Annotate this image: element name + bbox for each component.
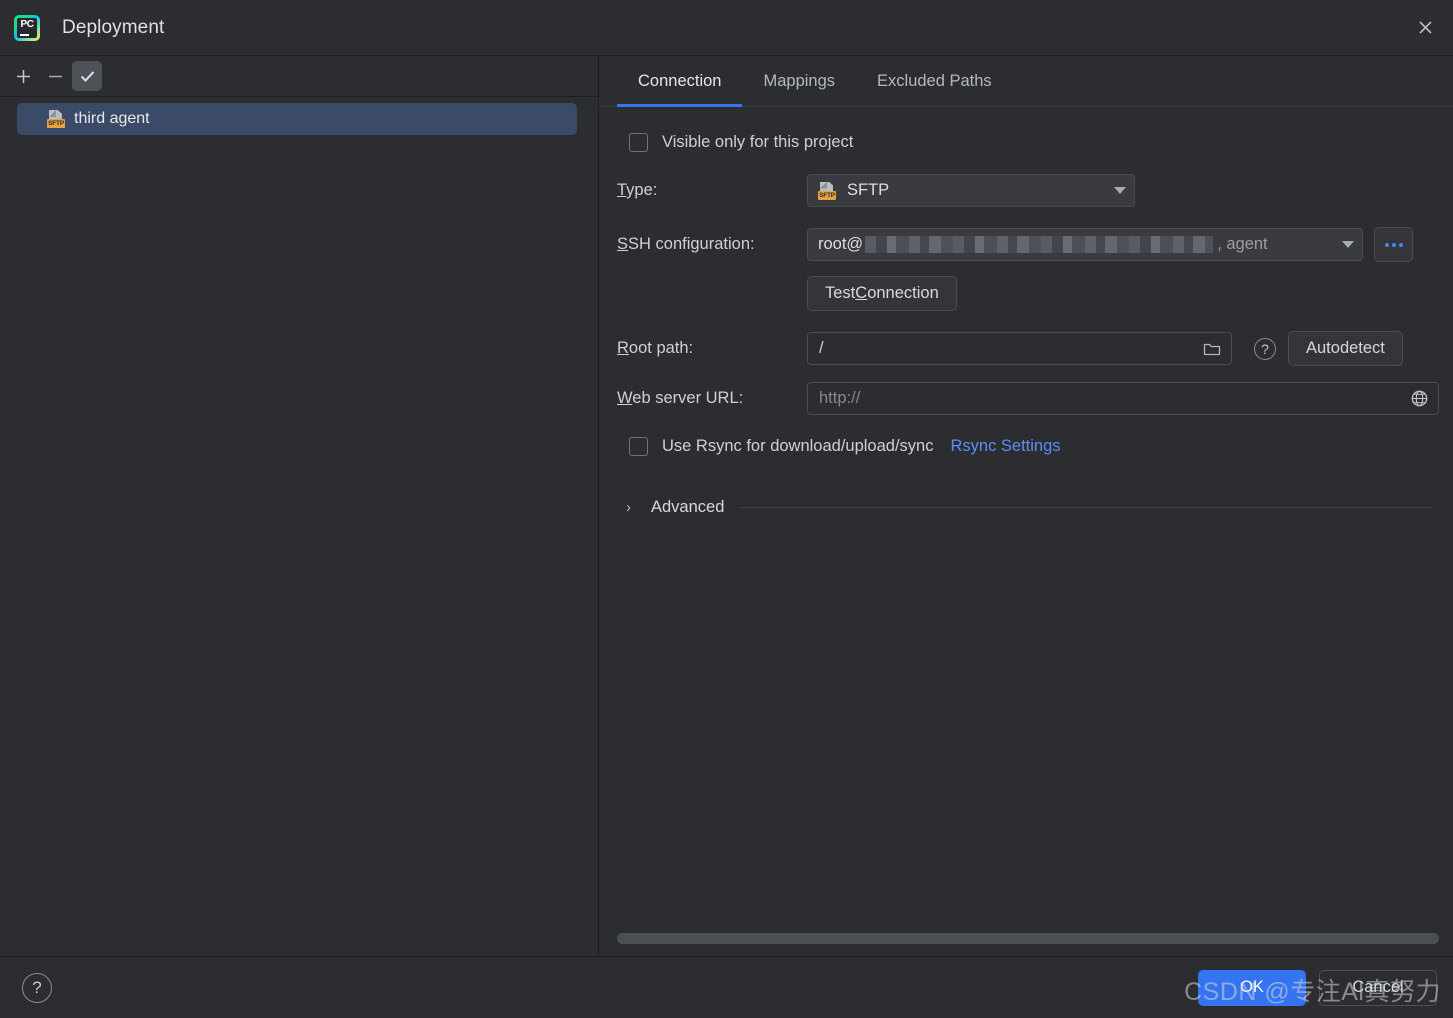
- advanced-section-toggle[interactable]: › Advanced: [617, 498, 1439, 517]
- title-bar: PC Deployment: [0, 0, 1453, 56]
- plus-icon: [16, 69, 30, 83]
- type-label: Type:: [617, 181, 658, 199]
- root-path-value: /: [819, 339, 824, 357]
- servers-tree: SFTP third agent: [0, 97, 598, 956]
- root-path-row: Root path: / ? Autodetect: [617, 331, 1439, 366]
- type-row: Type: SFTP SFTP: [617, 174, 1439, 207]
- type-combobox[interactable]: SFTP SFTP: [807, 174, 1135, 207]
- deployment-dialog: PC Deployment SFTP third agent Connectio…: [0, 0, 1453, 1018]
- ssh-configuration-combobox[interactable]: root@ , agent: [807, 228, 1363, 261]
- minus-icon: [48, 75, 62, 77]
- sftp-type-badge: SFTP: [818, 190, 836, 200]
- sftp-badge-label: SFTP: [47, 119, 65, 128]
- tab-excluded-paths[interactable]: Excluded Paths: [856, 56, 1013, 106]
- footer-actions: OK Cancel: [1198, 969, 1437, 1006]
- rsync-row: Use Rsync for download/upload/sync Rsync…: [617, 437, 1439, 456]
- advanced-label: Advanced: [651, 498, 725, 516]
- ok-button[interactable]: OK: [1198, 969, 1306, 1006]
- type-value: SFTP: [847, 181, 890, 199]
- cancel-button-label: Cancel: [1352, 978, 1404, 996]
- rsync-settings-link[interactable]: Rsync Settings: [950, 437, 1060, 456]
- chevron-down-icon: [1114, 187, 1126, 194]
- web-server-url-input[interactable]: http://: [807, 382, 1439, 415]
- root-path-help-icon[interactable]: ?: [1254, 337, 1276, 360]
- dialog-footer: ? OK Cancel CSDN @专注Al真努力: [0, 956, 1453, 1018]
- web-server-url-label: Web server URL:: [617, 389, 744, 407]
- pycharm-logo-icon: PC: [14, 14, 40, 41]
- ssh-configuration-value: root@ , agent: [818, 235, 1342, 254]
- help-button[interactable]: ?: [22, 972, 52, 1003]
- sftp-type-icon: SFTP: [818, 181, 836, 200]
- visible-only-label: Visible only for this project: [662, 133, 854, 151]
- cancel-button[interactable]: Cancel: [1319, 969, 1437, 1006]
- connection-form: Visible only for this project Type: SFTP…: [599, 107, 1453, 933]
- ssh-configuration-label: SSH configuration:: [617, 235, 755, 253]
- visible-only-row: Visible only for this project: [617, 133, 1439, 152]
- redacted-host-mosaic: [865, 236, 1214, 253]
- ellipsis-icon-dot2: [1391, 242, 1396, 247]
- ellipsis-icon-dot3: [1398, 242, 1403, 247]
- ssh-configuration-value-prefix: root@: [818, 235, 864, 253]
- server-tree-item-label: third agent: [74, 110, 150, 127]
- tab-connection[interactable]: Connection: [617, 56, 743, 107]
- pycharm-logo-bar: [20, 33, 29, 36]
- horizontal-scrollbar-track: [599, 933, 1453, 956]
- chevron-down-icon: [1342, 241, 1354, 248]
- ellipsis-icon-dot1: [1384, 242, 1389, 247]
- dialog-body: SFTP third agent Connection Mappings Exc…: [0, 56, 1453, 956]
- use-rsync-checkbox[interactable]: [629, 437, 648, 456]
- ssh-configuration-row: SSH configuration: root@ , agent: [617, 227, 1439, 262]
- autodetect-button[interactable]: Autodetect: [1288, 331, 1403, 366]
- globe-icon[interactable]: [1406, 386, 1432, 412]
- ssh-configuration-browse-button[interactable]: [1374, 227, 1413, 262]
- sftp-server-icon: SFTP: [47, 110, 65, 128]
- tab-mappings-label: Mappings: [763, 71, 836, 90]
- folder-icon[interactable]: [1199, 336, 1225, 362]
- server-tree-item-third-agent[interactable]: SFTP third agent: [17, 103, 577, 135]
- tab-excluded-paths-label: Excluded Paths: [877, 71, 992, 90]
- horizontal-scrollbar-thumb[interactable]: [617, 933, 1439, 944]
- web-server-url-value: http://: [819, 389, 861, 407]
- chevron-right-icon: ›: [626, 499, 631, 516]
- use-rsync-label: Use Rsync for download/upload/sync: [662, 437, 934, 455]
- details-tabs: Connection Mappings Excluded Paths: [599, 56, 1453, 107]
- root-path-input[interactable]: /: [807, 332, 1232, 365]
- checkmark-icon: [80, 70, 94, 82]
- advanced-divider: [740, 507, 1433, 508]
- visible-only-checkbox[interactable]: [629, 133, 648, 152]
- close-icon[interactable]: [1411, 14, 1439, 42]
- web-server-url-row: Web server URL: http://: [617, 382, 1439, 415]
- root-path-label: Root path:: [617, 339, 694, 357]
- window-title: Deployment: [62, 16, 165, 38]
- tab-connection-label: Connection: [638, 71, 722, 90]
- servers-panel: SFTP third agent: [0, 56, 599, 956]
- server-details-panel: Connection Mappings Excluded Paths Visib…: [599, 56, 1453, 956]
- tab-mappings[interactable]: Mappings: [742, 56, 856, 106]
- ok-button-label: OK: [1240, 978, 1264, 996]
- test-connection-button[interactable]: Test Connection: [807, 276, 957, 311]
- ssh-configuration-value-suffix: , agent: [1217, 235, 1268, 253]
- add-server-button[interactable]: [8, 61, 38, 91]
- set-default-server-button[interactable]: [72, 61, 102, 91]
- test-connection-row: Test Connection: [617, 276, 1439, 311]
- remove-server-button[interactable]: [40, 61, 70, 91]
- servers-toolbar: [0, 56, 598, 97]
